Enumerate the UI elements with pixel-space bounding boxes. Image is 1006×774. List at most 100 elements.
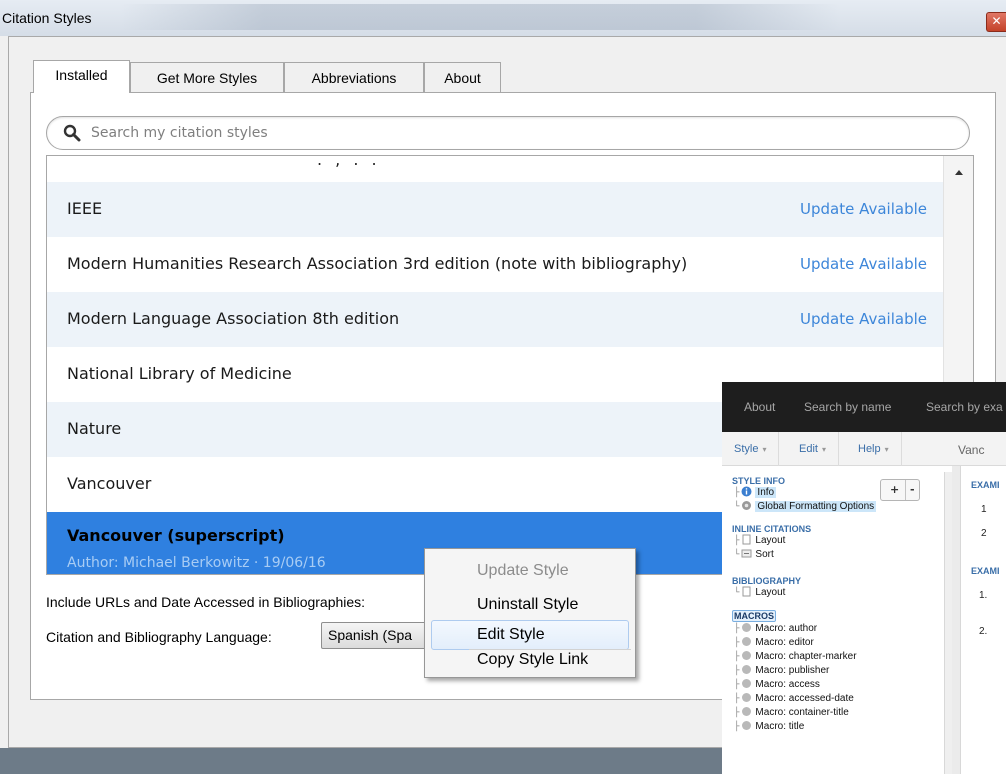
menu-item-uninstall-style[interactable]: Uninstall Style: [431, 590, 629, 620]
search-box[interactable]: [46, 116, 970, 150]
tree-node-inline-layout[interactable]: ├ Layout: [734, 534, 785, 547]
tree-node-macro[interactable]: ├ Macro: publisher: [734, 664, 829, 677]
example-bibliography-label: EXAMI: [971, 566, 1000, 576]
list-item-ieee[interactable]: IEEE Update Available: [47, 182, 943, 237]
tree-connector: ├: [734, 722, 740, 732]
include-urls-label: Include URLs and Date Accessed in Biblio…: [46, 594, 366, 610]
scroll-up-arrow-icon[interactable]: [944, 164, 974, 178]
editor-menu-edit[interactable]: Edit ▾: [787, 432, 839, 466]
tree-node-label: Layout: [755, 587, 786, 598]
menu-item-update-style[interactable]: Update Style: [431, 556, 629, 586]
example-bibliography-number: 2.: [979, 626, 988, 637]
editor-menu-help-label: Help: [858, 443, 881, 455]
style-name: Modern Language Association 8th edition: [67, 309, 400, 328]
remove-node-button[interactable]: -: [910, 483, 915, 496]
update-available-link[interactable]: Update Available: [800, 200, 927, 218]
macro-icon: [741, 636, 752, 647]
tree-node-info[interactable]: ├ Info: [734, 486, 777, 499]
tree-node-label: Sort: [755, 549, 774, 560]
list-item-partial: . , . .: [47, 156, 943, 182]
list-item-mhra[interactable]: Modern Humanities Research Association 3…: [47, 237, 943, 292]
language-label: Citation and Bibliography Language:: [46, 629, 272, 645]
tree-node-label: Macro: editor: [755, 637, 814, 648]
style-name: Nature: [67, 419, 122, 438]
divider: [905, 480, 906, 500]
style-name: National Library of Medicine: [67, 364, 292, 383]
style-name: Vancouver: [67, 474, 152, 493]
style-name: IEEE: [67, 199, 103, 218]
caret-down-icon: ▾: [884, 445, 889, 454]
editor-document-title: Vanc: [958, 443, 985, 457]
visual-editor-window: About Search by name Search by exa Style…: [722, 382, 1006, 774]
tree-node-macro[interactable]: ├ Macro: author: [734, 622, 817, 635]
editor-menu-help[interactable]: Help ▾: [846, 432, 902, 466]
sort-icon: [741, 548, 752, 559]
tree-node-label: Macro: publisher: [755, 665, 830, 676]
tab-about[interactable]: About: [424, 62, 501, 92]
tree-node-global-formatting[interactable]: └ Global Formatting Options: [734, 500, 877, 513]
tree-connector: ├: [734, 694, 740, 704]
tree-node-macro[interactable]: ├ Macro: access: [734, 678, 820, 691]
tree-node-macro[interactable]: ├ Macro: container-title: [734, 706, 849, 719]
editor-toolbar: Style ▾ Edit ▾ Help ▾ Vanc: [722, 432, 1006, 466]
editor-nav-search-by-example[interactable]: Search by exa: [926, 400, 1003, 414]
tree-connector: ├: [734, 652, 740, 662]
layout-icon: [741, 586, 752, 597]
editor-nav-bar: About Search by name Search by exa: [722, 382, 1006, 432]
editor-menu-style-label: Style: [734, 443, 759, 455]
tree-section-bibliography: BIBLIOGRAPHY: [732, 576, 802, 586]
tree-connector: └: [734, 502, 740, 512]
tree-connector: ├: [734, 624, 740, 634]
example-bibliography-number: 1.: [979, 590, 988, 601]
language-select[interactable]: Spanish (Spa: [321, 622, 433, 649]
update-available-link[interactable]: Update Available: [800, 310, 927, 328]
macro-icon: [741, 650, 752, 661]
search-icon: [63, 124, 81, 142]
tree-section-macros[interactable]: MACROS: [732, 610, 776, 622]
example-citation-number: 1: [981, 504, 987, 515]
tree-connector: ├: [734, 536, 740, 546]
style-tree[interactable]: STYLE INFO ├ Info └ Global Formatting Opti…: [730, 472, 952, 774]
tree-node-label: Global Formatting Options: [755, 501, 877, 512]
tree-connector: ├: [734, 680, 740, 690]
tree-node-macro[interactable]: ├ Macro: title: [734, 720, 804, 733]
tree-scrollbar[interactable]: [944, 472, 952, 774]
add-node-button[interactable]: +: [890, 483, 899, 496]
macro-icon: [741, 706, 752, 717]
tree-node-bibliography-layout[interactable]: └ Layout: [734, 586, 785, 599]
style-meta: Author: Michael Berkowitz · 19/06/16: [67, 555, 326, 571]
update-available-link[interactable]: Update Available: [800, 255, 927, 273]
search-input[interactable]: [91, 122, 951, 144]
close-button[interactable]: ✕: [986, 12, 1006, 32]
macro-icon: [741, 664, 752, 675]
add-remove-node-buttons[interactable]: + -: [880, 479, 920, 501]
tree-connector: ├: [734, 638, 740, 648]
tab-installed[interactable]: Installed: [33, 60, 130, 93]
editor-nav-search-by-name[interactable]: Search by name: [804, 400, 891, 414]
window-title: Citation Styles: [2, 10, 92, 26]
tree-connector: └: [734, 588, 740, 598]
tree-node-macro[interactable]: ├ Macro: accessed-date: [734, 692, 854, 705]
gear-icon: [741, 500, 752, 511]
tree-node-label: Macro: title: [755, 721, 805, 732]
tree-node-inline-sort[interactable]: └ Sort: [734, 548, 774, 561]
menu-item-copy-style-link[interactable]: Copy Style Link: [431, 645, 629, 675]
caret-down-icon: ▾: [762, 445, 767, 454]
tab-abbreviations[interactable]: Abbreviations: [284, 62, 424, 92]
editor-menu-edit-label: Edit: [799, 443, 818, 455]
info-icon: [741, 486, 752, 497]
tab-get-more-styles[interactable]: Get More Styles: [130, 62, 284, 92]
tree-node-macro[interactable]: ├ Macro: editor: [734, 636, 814, 649]
editor-menu-style[interactable]: Style ▾: [722, 432, 780, 466]
editor-nav-about[interactable]: About: [744, 400, 775, 414]
tree-section-style-info: STYLE INFO: [732, 476, 786, 486]
pane-divider[interactable]: [952, 466, 960, 774]
title-bar[interactable]: Citation Styles ✕: [0, 0, 1006, 36]
list-item-partial-text: . , . .: [317, 155, 381, 169]
tree-node-label: Info: [755, 487, 777, 498]
example-citation-number: 2: [981, 528, 987, 539]
tree-connector: └: [734, 550, 740, 560]
macro-icon: [741, 720, 752, 731]
list-item-mla[interactable]: Modern Language Association 8th edition …: [47, 292, 943, 347]
tree-node-macro[interactable]: ├ Macro: chapter-marker: [734, 650, 857, 663]
